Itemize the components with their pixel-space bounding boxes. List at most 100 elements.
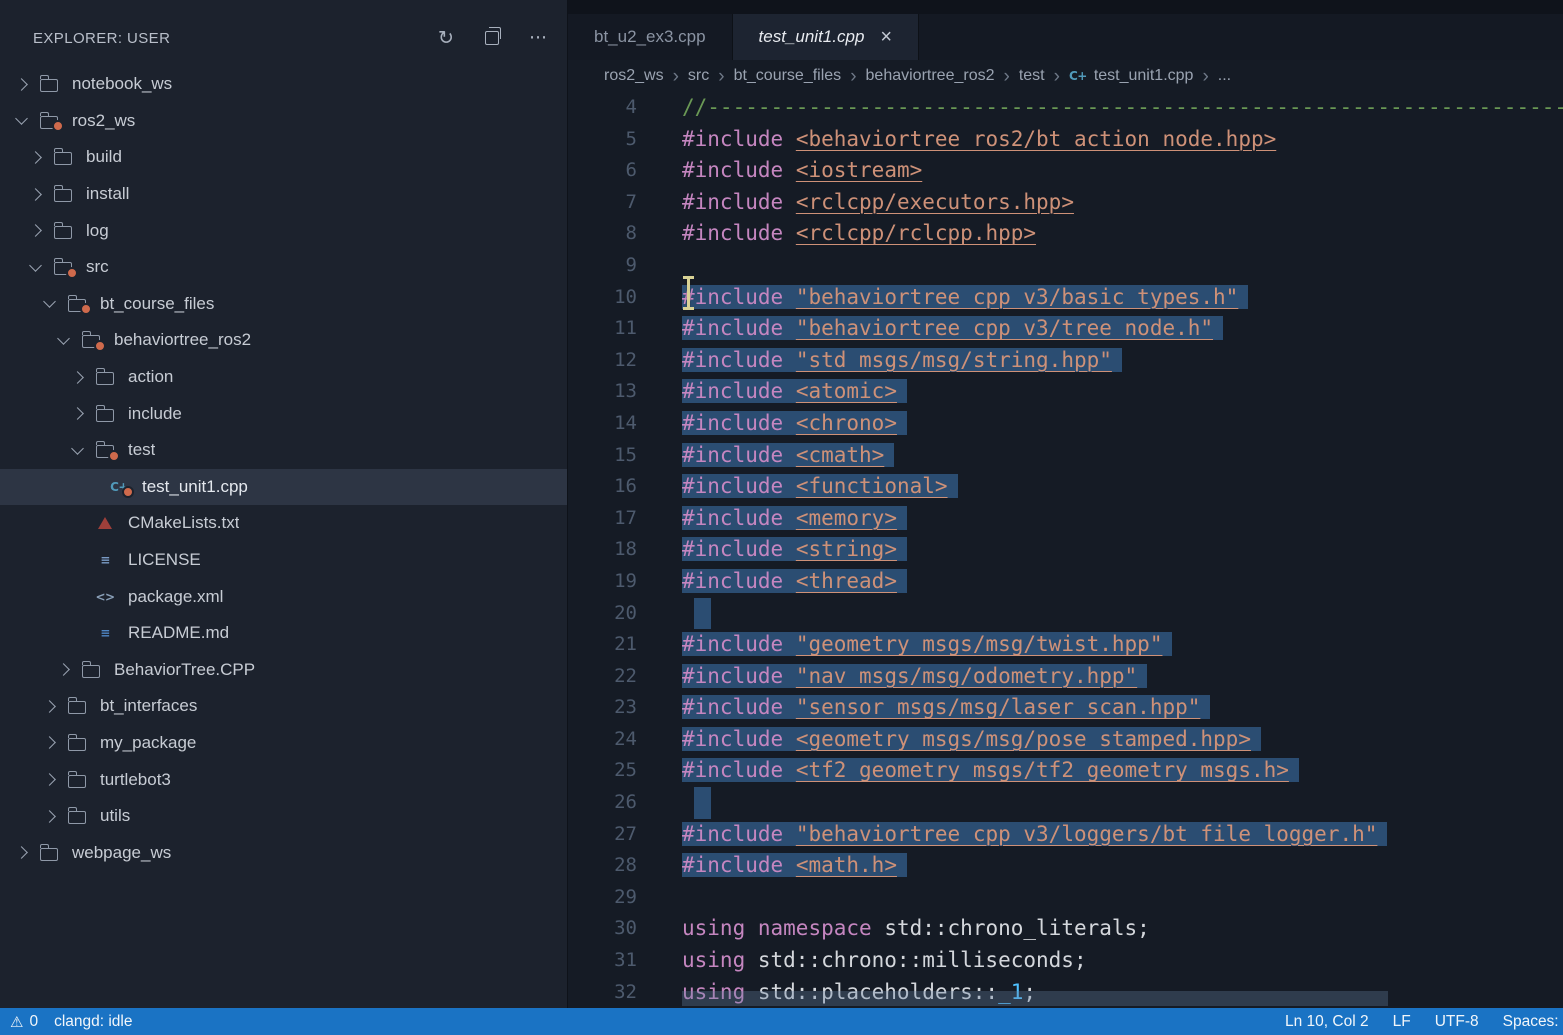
code-line[interactable]: 10#include "behaviortree_cpp_v3/basic_ty… bbox=[568, 282, 1563, 314]
chevron-right-icon[interactable] bbox=[70, 359, 94, 396]
refresh-explorer-icon[interactable]: ↻ bbox=[435, 27, 457, 49]
line-number[interactable]: 7 bbox=[568, 187, 682, 219]
status-encoding[interactable]: UTF-8 bbox=[1435, 1013, 1479, 1031]
tree-item-CMakeLists.txt[interactable]: CMakeLists.txt bbox=[0, 505, 567, 542]
code-line[interactable]: 18#include <string> bbox=[568, 534, 1563, 566]
line-number[interactable]: 32 bbox=[568, 977, 682, 1008]
line-number[interactable]: 18 bbox=[568, 534, 682, 566]
tree-item-utils[interactable]: utils bbox=[0, 798, 567, 835]
tree-item-BehaviorTree.CPP[interactable]: BehaviorTree.CPP bbox=[0, 652, 567, 689]
line-number[interactable]: 20 bbox=[568, 598, 682, 630]
language-server-status[interactable]: clangd: idle bbox=[54, 1013, 132, 1031]
chevron-right-icon[interactable] bbox=[14, 834, 38, 871]
code-line[interactable]: 6#include <iostream> bbox=[568, 155, 1563, 187]
line-number[interactable]: 16 bbox=[568, 471, 682, 503]
code-line[interactable]: 7#include <rclcpp/executors.hpp> bbox=[568, 187, 1563, 219]
code-line[interactable]: 24#include <geometry_msgs/msg/pose_stamp… bbox=[568, 724, 1563, 756]
tree-item-behaviortree_ros2[interactable]: behaviortree_ros2 bbox=[0, 322, 567, 359]
line-number[interactable]: 10 bbox=[568, 282, 682, 314]
chevron-down-icon[interactable] bbox=[70, 432, 94, 469]
tree-item-my_package[interactable]: my_package bbox=[0, 725, 567, 762]
line-number[interactable]: 19 bbox=[568, 566, 682, 598]
line-number[interactable]: 6 bbox=[568, 155, 682, 187]
close-icon[interactable]: × bbox=[880, 27, 892, 47]
chevron-right-icon[interactable] bbox=[28, 139, 52, 176]
tree-item-test_unit1.cpp[interactable]: C+test_unit1.cpp bbox=[0, 469, 567, 506]
tree-item-log[interactable]: log bbox=[0, 212, 567, 249]
status-line-col[interactable]: Ln 10, Col 2 bbox=[1285, 1013, 1369, 1031]
tree-item-include[interactable]: include bbox=[0, 395, 567, 432]
breadcrumb-item-test[interactable]: test bbox=[1019, 67, 1045, 85]
line-number[interactable]: 17 bbox=[568, 503, 682, 535]
chevron-down-icon[interactable] bbox=[42, 286, 66, 323]
line-number[interactable]: 31 bbox=[568, 945, 682, 977]
tree-item-README.md[interactable]: ≡README.md bbox=[0, 615, 567, 652]
horizontal-scrollbar[interactable] bbox=[682, 991, 1388, 1006]
tree-item-test[interactable]: test bbox=[0, 432, 567, 469]
breadcrumb-item-behaviortree_ros2[interactable]: behaviortree_ros2 bbox=[866, 67, 995, 85]
code-line[interactable]: 12#include "std_msgs/msg/string.hpp" bbox=[568, 345, 1563, 377]
line-number[interactable]: 4 bbox=[568, 92, 682, 124]
chevron-down-icon[interactable] bbox=[28, 249, 52, 286]
breadcrumb-item-src[interactable]: src bbox=[688, 67, 709, 85]
tree-item-turtlebot3[interactable]: turtlebot3 bbox=[0, 761, 567, 798]
line-number[interactable]: 14 bbox=[568, 408, 682, 440]
tab-test_unit1.cpp[interactable]: test_unit1.cpp× bbox=[733, 14, 920, 60]
status-indent[interactable]: Spaces: 4 bbox=[1503, 1013, 1563, 1031]
tree-item-src[interactable]: src bbox=[0, 249, 567, 286]
tree-item-build[interactable]: build bbox=[0, 139, 567, 176]
code-line[interactable]: 16#include <functional> bbox=[568, 471, 1563, 503]
code-line[interactable]: 21#include "geometry_msgs/msg/twist.hpp" bbox=[568, 629, 1563, 661]
tree-item-notebook_ws[interactable]: notebook_ws bbox=[0, 66, 567, 103]
line-number[interactable]: 5 bbox=[568, 124, 682, 156]
breadcrumb-overflow[interactable]: ... bbox=[1218, 67, 1231, 85]
line-number[interactable]: 30 bbox=[568, 913, 682, 945]
status-eol[interactable]: LF bbox=[1393, 1013, 1411, 1031]
code-line[interactable]: 29 bbox=[568, 882, 1563, 914]
chevron-right-icon[interactable] bbox=[42, 725, 66, 762]
tree-item-LICENSE[interactable]: ≡LICENSE bbox=[0, 542, 567, 579]
code-line[interactable]: 11#include "behaviortree_cpp_v3/tree_nod… bbox=[568, 313, 1563, 345]
line-number[interactable]: 26 bbox=[568, 787, 682, 819]
line-number[interactable]: 13 bbox=[568, 376, 682, 408]
line-number[interactable]: 23 bbox=[568, 692, 682, 724]
code-line[interactable]: 8#include <rclcpp/rclcpp.hpp> bbox=[568, 218, 1563, 250]
code-line[interactable]: 27#include "behaviortree_cpp_v3/loggers/… bbox=[568, 819, 1563, 851]
line-number[interactable]: 9 bbox=[568, 250, 682, 282]
line-number[interactable]: 8 bbox=[568, 218, 682, 250]
code-line[interactable]: 13#include <atomic> bbox=[568, 376, 1563, 408]
problems-indicator[interactable]: ⚠ 0 bbox=[10, 1013, 38, 1031]
line-number[interactable]: 15 bbox=[568, 440, 682, 472]
chevron-right-icon[interactable] bbox=[56, 652, 80, 689]
line-number[interactable]: 11 bbox=[568, 313, 682, 345]
code-line[interactable]: 15#include <cmath> bbox=[568, 440, 1563, 472]
tree-item-webpage_ws[interactable]: webpage_ws bbox=[0, 834, 567, 871]
chevron-down-icon[interactable] bbox=[56, 322, 80, 359]
chevron-right-icon[interactable] bbox=[28, 212, 52, 249]
chevron-right-icon[interactable] bbox=[42, 798, 66, 835]
code-line[interactable]: 23#include "sensor_msgs/msg/laser_scan.h… bbox=[568, 692, 1563, 724]
tree-item-ros2_ws[interactable]: ros2_ws bbox=[0, 103, 567, 140]
code-line[interactable]: 22#include "nav_msgs/msg/odometry.hpp" bbox=[568, 661, 1563, 693]
code-line[interactable]: 17#include <memory> bbox=[568, 503, 1563, 535]
tree-item-package.xml[interactable]: <>package.xml bbox=[0, 578, 567, 615]
tree-item-bt_course_files[interactable]: bt_course_files bbox=[0, 286, 567, 323]
code-line[interactable]: 31using std::chrono::milliseconds; bbox=[568, 945, 1563, 977]
code-line[interactable]: 28#include <math.h> bbox=[568, 850, 1563, 882]
breadcrumb-item-ros2_ws[interactable]: ros2_ws bbox=[604, 67, 664, 85]
line-number[interactable]: 29 bbox=[568, 882, 682, 914]
line-number[interactable]: 28 bbox=[568, 850, 682, 882]
code-line[interactable]: 19#include <thread> bbox=[568, 566, 1563, 598]
line-number[interactable]: 25 bbox=[568, 755, 682, 787]
line-number[interactable]: 21 bbox=[568, 629, 682, 661]
collapse-folders-icon[interactable] bbox=[481, 31, 503, 45]
chevron-right-icon[interactable] bbox=[42, 688, 66, 725]
breadcrumb-item-test_unit1.cpp[interactable]: test_unit1.cpp bbox=[1094, 67, 1194, 85]
code-line[interactable]: 25#include <tf2_geometry_msgs/tf2_geomet… bbox=[568, 755, 1563, 787]
code-line[interactable]: 26 bbox=[568, 787, 1563, 819]
chevron-down-icon[interactable] bbox=[14, 103, 38, 140]
line-number[interactable]: 27 bbox=[568, 819, 682, 851]
chevron-right-icon[interactable] bbox=[70, 395, 94, 432]
tab-bt_u2_ex3.cpp[interactable]: bt_u2_ex3.cpp bbox=[568, 14, 733, 60]
breadcrumb-item-bt_course_files[interactable]: bt_course_files bbox=[734, 67, 842, 85]
